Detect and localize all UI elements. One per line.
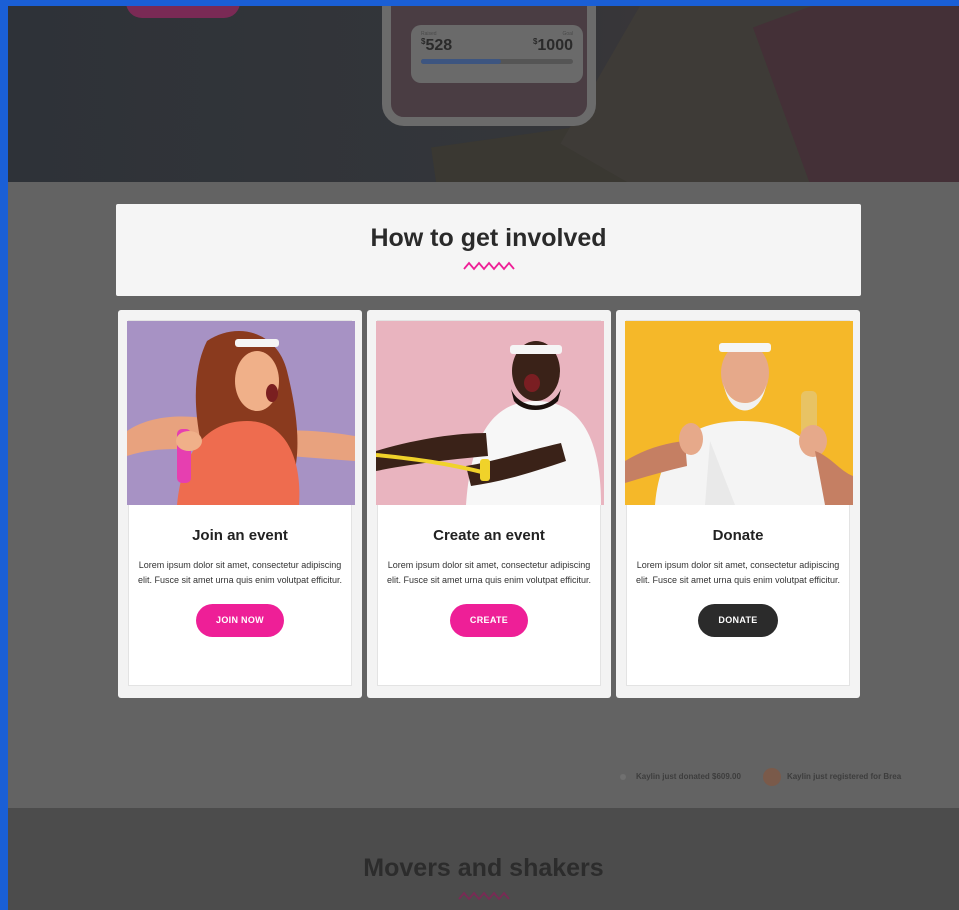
involvement-cards: Join an event Lorem ipsum dolor sit amet… [118,310,860,698]
hero-banner: Raised Goal $528 $1000 [8,6,959,182]
fundraising-progress-card: Raised Goal $528 $1000 [411,25,583,83]
hero-cta-button[interactable] [126,6,240,18]
progress-bar [421,59,573,64]
movers-title: Movers and shakers [363,854,604,882]
section-header-card: How to get involved [116,204,861,296]
card-create-event: Create an event Lorem ipsum dolor sit am… [367,310,611,698]
avatar [762,768,781,786]
section-title: How to get involved [370,224,607,252]
create-button[interactable]: CREATE [449,604,529,637]
man-resistance-band-photo [376,321,604,505]
goal-amount: $1000 [532,37,573,54]
join-now-button[interactable]: JOIN NOW [196,604,284,637]
raised-amount: $528 [421,37,453,54]
movers-section: Movers and shakers [8,808,959,910]
phone-mockup: Raised Goal $528 $1000 [382,6,596,126]
donate-button[interactable]: DONATE [698,604,778,637]
donation-icon [620,774,626,780]
page-viewport: Raised Goal $528 $1000 How to get involv… [8,6,959,910]
card-description: Lorem ipsum dolor sit amet, consectetur … [138,560,342,585]
card-description: Lorem ipsum dolor sit amet, consectetur … [636,560,840,585]
zigzag-divider-icon [457,891,510,901]
woman-dumbbell-photo [127,321,355,505]
card-donate: Donate Lorem ipsum dolor sit amet, conse… [616,310,860,698]
get-involved-section: How to get involved Join an event Lorem … [8,182,959,808]
card-title: Donate [712,527,764,544]
card-join-event: Join an event Lorem ipsum dolor sit amet… [118,310,362,698]
senior-thumbs-up-photo [625,321,853,505]
card-title: Create an event [433,527,545,544]
ticker-item: Kaylin just donated $609.00 [636,772,741,782]
card-title: Join an event [192,527,288,544]
zigzag-divider-icon [462,261,515,271]
activity-ticker: Kaylin just donated $609.00 Kaylin just r… [620,768,959,788]
progress-bar-fill [421,59,502,64]
ticker-item: Kaylin just registered for Brea [786,772,902,782]
card-description: Lorem ipsum dolor sit amet, consectetur … [387,560,591,585]
